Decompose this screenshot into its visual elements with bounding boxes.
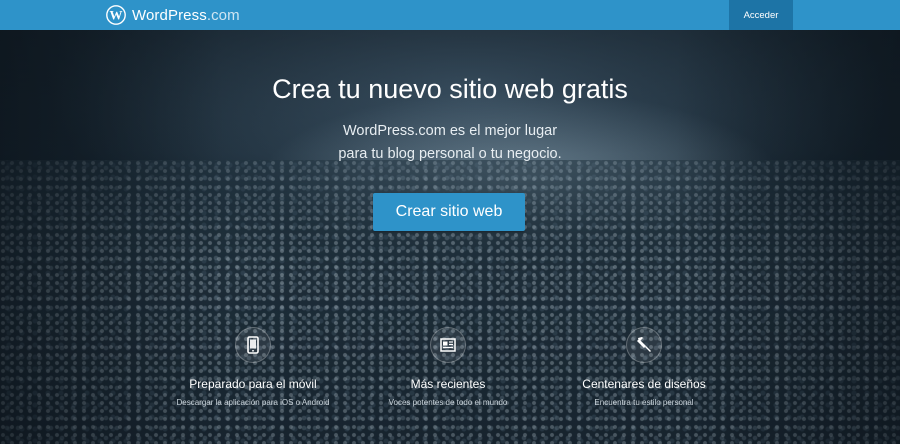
wordpress-logo-icon: W	[106, 5, 126, 25]
feature-themes: Centenares de diseños Encuentra tu estil…	[559, 327, 729, 408]
feature-description: Descargar la aplicación para iOS o Andro…	[176, 398, 330, 407]
hero-subtitle-line-1: WordPress.com es el mejor lugar	[342, 123, 558, 139]
feature-mobile: Preparado para el móvil Descargar la apl…	[168, 327, 338, 408]
login-button[interactable]: Acceder	[729, 0, 793, 30]
brand-name: WordPress.com	[132, 6, 240, 24]
create-site-button[interactable]: Crear sitio web	[373, 193, 525, 231]
top-bar: W WordPress.com Acceder	[0, 0, 900, 30]
feature-recent: Más recientes Voces potentes de todo el …	[363, 327, 533, 408]
paintbrush-icon	[637, 337, 651, 352]
svg-text:W: W	[110, 8, 123, 23]
feature-title: Preparado para el móvil	[189, 377, 317, 391]
mobile-icon	[247, 336, 259, 354]
brand-link[interactable]: W WordPress.com	[106, 4, 240, 26]
feature-title: Centenares de diseños	[582, 377, 706, 391]
page-title: Crea tu nuevo sitio web gratis	[272, 74, 628, 104]
feature-title: Más recientes	[410, 377, 486, 391]
newspaper-icon	[440, 338, 456, 352]
hero-section: Crea tu nuevo sitio web gratis WordPress…	[0, 30, 900, 444]
feature-description: Encuentra tu estilo personal	[594, 398, 694, 407]
feature-description: Voces potentes de todo el mundo	[388, 398, 508, 407]
hero-subtitle-line-2: para tu blog personal o tu negocio.	[338, 146, 562, 162]
